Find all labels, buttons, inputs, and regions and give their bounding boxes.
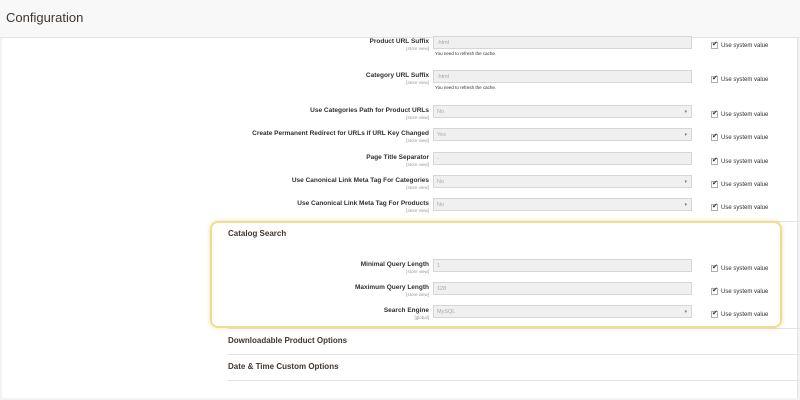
catalog-search-highlight <box>210 221 782 328</box>
section-divider <box>228 328 800 329</box>
use-system-value-checkbox[interactable]: ✔ Use system value <box>711 153 768 166</box>
check-icon: ✔ <box>712 180 718 188</box>
checkbox-icon[interactable]: ✔ <box>711 110 718 119</box>
config-row-product-url-suffix: Product URL Suffix [store view] .html Yo… <box>2 36 798 62</box>
section-title-date-time-custom-options[interactable]: Date & Time Custom Options <box>228 362 339 371</box>
page-title: Configuration <box>6 10 84 25</box>
category-url-suffix-input[interactable]: .html <box>433 70 692 83</box>
use-system-value-checkbox[interactable]: ✔ Use system value <box>711 199 768 212</box>
product-url-suffix-input[interactable]: .html <box>433 36 692 49</box>
checkbox-icon[interactable]: ✔ <box>711 41 718 50</box>
checkbox-icon[interactable]: ✔ <box>711 75 718 84</box>
chevron-down-icon: ▾ <box>684 179 687 185</box>
field-label: Use Canonical Link Meta Tag For Categori… <box>291 177 429 190</box>
section-title-downloadable-product-options[interactable]: Downloadable Product Options <box>228 336 347 345</box>
config-row-permanent-redirect: Create Permanent Redirect for URLs if UR… <box>2 128 798 154</box>
canonical-products-select[interactable]: No ▾ <box>433 198 692 211</box>
check-icon: ✔ <box>712 75 718 83</box>
checkbox-icon[interactable]: ✔ <box>711 180 718 189</box>
use-system-value-checkbox[interactable]: ✔ Use system value <box>711 176 768 189</box>
use-system-value-checkbox[interactable]: ✔ Use system value <box>711 71 768 84</box>
check-icon: ✔ <box>712 157 718 165</box>
page-title-separator-input[interactable]: - <box>433 152 692 165</box>
chevron-down-icon: ▾ <box>684 132 687 138</box>
chevron-down-icon: ▾ <box>684 202 687 208</box>
permanent-redirect-select[interactable]: Yes ▾ <box>433 128 692 141</box>
field-label: Category URL Suffix [store view] <box>365 72 429 85</box>
use-system-value-checkbox[interactable]: ✔ Use system value <box>711 106 768 119</box>
check-icon: ✔ <box>712 133 718 141</box>
categories-path-select[interactable]: No ▾ <box>433 105 692 118</box>
section-divider <box>228 354 800 355</box>
field-note: You need to refresh the cache. <box>435 51 497 56</box>
field-label: Product URL Suffix [store view] <box>369 38 429 51</box>
use-system-value-checkbox[interactable]: ✔ Use system value <box>711 129 768 142</box>
field-note: You need to refresh the cache. <box>435 85 497 90</box>
chevron-down-icon: ▾ <box>684 109 687 115</box>
checkbox-icon[interactable]: ✔ <box>711 133 718 142</box>
config-panel: Product URL Suffix [store view] .html Yo… <box>2 36 800 398</box>
check-icon: ✔ <box>712 203 718 211</box>
canonical-categories-select[interactable]: No ▾ <box>433 175 692 188</box>
use-system-value-checkbox[interactable]: ✔ Use system value <box>711 37 768 50</box>
check-icon: ✔ <box>712 110 718 118</box>
field-label: Page Title Separator [store view] <box>366 154 429 167</box>
check-icon: ✔ <box>712 41 718 49</box>
checkbox-icon[interactable]: ✔ <box>711 203 718 212</box>
field-label: Create Permanent Redirect for URLs if UR… <box>252 130 429 143</box>
field-label: Use Canonical Link Meta Tag For Products… <box>297 200 429 213</box>
page-header: Configuration <box>0 0 800 38</box>
field-label: Use Categories Path for Product URLs [st… <box>310 107 429 120</box>
section-divider <box>228 380 800 381</box>
checkbox-icon[interactable]: ✔ <box>711 157 718 166</box>
config-row-category-url-suffix: Category URL Suffix [store view] .html Y… <box>2 70 798 96</box>
